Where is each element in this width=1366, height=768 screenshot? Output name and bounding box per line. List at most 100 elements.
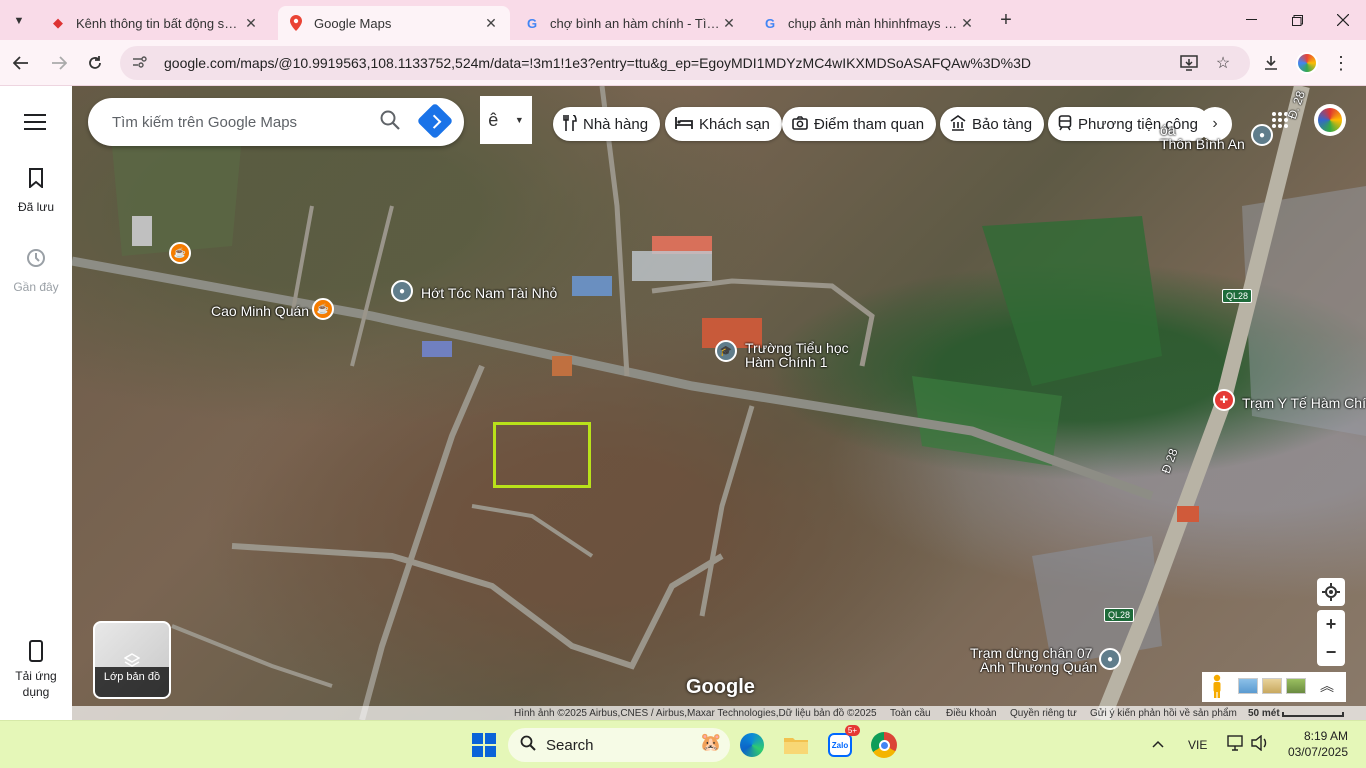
privacy-link[interactable]: Quyền riêng tư [1010,708,1077,719]
chip-restaurants[interactable]: Nhà hàng [553,107,661,141]
school-pin-icon[interactable]: 🎓 [715,340,737,362]
scale-label[interactable]: 50 mét [1248,708,1280,719]
my-location-button[interactable] [1317,578,1345,606]
tab-bat-dong-san[interactable]: ◆ Kênh thông tin bất động sản - Mu ✕ [40,6,270,40]
directions-icon[interactable] [416,102,454,140]
new-tab-button[interactable]: + [994,8,1018,32]
recent-button[interactable]: Gần đây [0,248,72,294]
location-target-icon [1322,583,1340,601]
map-label-cao-minh-quan[interactable]: Cao Minh Quán [211,303,309,319]
cafe-pin-icon[interactable]: ☕ [312,298,334,320]
back-arrow-icon[interactable] [6,48,36,78]
route-shield: QL28 [1104,608,1135,622]
bed-icon [675,116,693,132]
file-explorer-icon[interactable] [780,729,812,761]
tab-title: Google Maps [314,15,392,31]
place-pin-icon[interactable]: ● [391,280,413,302]
train-icon [1058,114,1072,134]
pegman-icon[interactable] [1206,674,1228,700]
tab-title: chụp ảnh màn hhinhfmays tính - [788,15,958,31]
tab-cho-binh-an[interactable]: G chợ bình an hàm chính - Tìm trên ✕ [514,6,748,40]
terms-link[interactable]: Điều khoản [946,708,997,719]
browser-toolbar: google.com/maps/@10.9919563,108.1133752,… [0,40,1366,86]
address-bar[interactable]: google.com/maps/@10.9919563,108.1133752,… [120,46,1250,80]
input-tools-button[interactable]: ê ▼ [480,96,532,144]
chip-attractions[interactable]: Điểm tham quan [782,107,937,141]
tab-close-icon[interactable]: ✕ [242,15,260,32]
map-label-tram-y-te[interactable]: Trạm Y Tế Hàm Chí [1242,395,1366,411]
hamburger-menu-icon[interactable] [24,114,46,135]
terrain-view-thumbnail[interactable] [1262,678,1282,694]
network-icon[interactable] [1227,735,1245,756]
input-tools-label: ê [488,109,499,130]
search-icon[interactable] [380,110,400,136]
satellite-map[interactable]: ê ▼ Nhà hàng Khách sạn Điểm tham quan Bả… [72,86,1366,720]
close-window-icon[interactable] [1320,0,1366,40]
get-app-button[interactable]: Tải ứng dụng [0,640,72,700]
chip-hotels[interactable]: Khách sạn [665,107,782,141]
taskbar-search-label: Search [546,736,594,754]
windows-start-icon[interactable] [468,729,500,761]
profile-avatar[interactable] [1292,48,1322,78]
reload-icon[interactable] [80,48,110,78]
chrome-icon[interactable] [868,729,900,761]
notification-badge: 5+ [844,725,860,736]
plus-icon: + [1325,613,1337,634]
taskbar-search-box[interactable]: Search 🐹 [508,728,730,762]
edge-browser-icon[interactable] [736,729,768,761]
hospital-pin-icon[interactable]: ✚ [1213,389,1235,411]
layers-button[interactable]: Lớp bản đồ [93,621,171,699]
saved-button[interactable]: Đã lưu [0,168,72,214]
map-label-truong-line2[interactable]: Hàm Chính 1 [745,354,827,370]
globe-view-thumbnail[interactable] [1238,678,1258,694]
tab-close-icon[interactable]: ✕ [720,15,738,32]
museum-icon [950,114,966,134]
global-link[interactable]: Toàn cầu [890,708,931,719]
feedback-link[interactable]: Gửi ý kiến phản hồi về sản phẩm [1090,708,1237,719]
input-language-indicator[interactable]: VIE [1188,738,1207,752]
clock-date: 03/07/2025 [1287,745,1348,759]
forward-arrow-icon[interactable] [44,48,74,78]
place-pin-icon[interactable]: ● [1251,124,1273,146]
google-favicon-icon: G [526,15,538,31]
tab-chup-anh[interactable]: G chụp ảnh màn hhinhfmays tính - ✕ [752,6,986,40]
map-attribution-bar: Hình ảnh ©2025 Airbus,CNES / Airbus,Maxa… [72,706,1366,720]
restore-icon[interactable] [1274,0,1320,40]
chip-label: Bảo tàng [972,115,1033,133]
tab-search-icon[interactable]: ▼ [8,10,30,32]
browser-menu-icon[interactable]: ⋮ [1326,48,1356,78]
place-pin-icon[interactable]: ● [1099,648,1121,670]
tab-google-maps[interactable]: Google Maps ✕ [278,6,510,40]
saved-label: Đã lưu [17,200,55,214]
account-avatar[interactable] [1314,104,1346,136]
tray-chevron-up-icon[interactable] [1152,737,1164,751]
zalo-icon[interactable]: Zalo 5+ [824,725,860,761]
expand-chevron-up-icon[interactable]: ︽ [1320,676,1334,696]
map-label-tram-dung-line2[interactable]: Anh Thương Quán [980,659,1097,675]
volume-icon[interactable] [1251,734,1269,756]
site-info-icon[interactable] [132,55,150,72]
map-label-hot-toc[interactable]: Hớt Tóc Nam Tài Nhỏ [421,285,557,301]
tab-title: Kênh thông tin bất động sản - Mu [76,15,242,31]
tab-close-icon[interactable]: ✕ [482,15,500,32]
clock-time: 8:19 AM [1303,729,1348,743]
satellite-view-thumbnail[interactable] [1286,678,1306,694]
system-clock[interactable]: 8:19 AM 03/07/2025 [1282,728,1348,760]
map-label-thon-binh-an[interactable]: Thôn Bình An [1160,136,1245,152]
install-app-icon[interactable] [1174,48,1204,78]
windows-taskbar: Search 🐹 Zalo 5+ VIE 8:19 AM 03/07/2025 [0,720,1366,768]
bookmark-star-icon[interactable]: ☆ [1208,48,1238,78]
zoom-out-button[interactable]: − [1317,638,1345,666]
search-highlight-icon: 🐹 [699,732,722,752]
tab-close-icon[interactable]: ✕ [958,15,976,32]
search-box[interactable] [88,98,464,146]
cafe-pin-icon[interactable]: ☕ [169,242,191,264]
camera-icon [792,115,808,133]
zoom-in-button[interactable]: + [1317,610,1345,638]
chip-museums[interactable]: Bảo tàng [940,107,1045,141]
bookmark-icon [0,168,72,194]
minimize-icon[interactable] [1228,0,1274,40]
search-input[interactable] [112,113,362,131]
download-icon[interactable] [1256,48,1286,78]
scale-bar[interactable] [1282,712,1344,717]
